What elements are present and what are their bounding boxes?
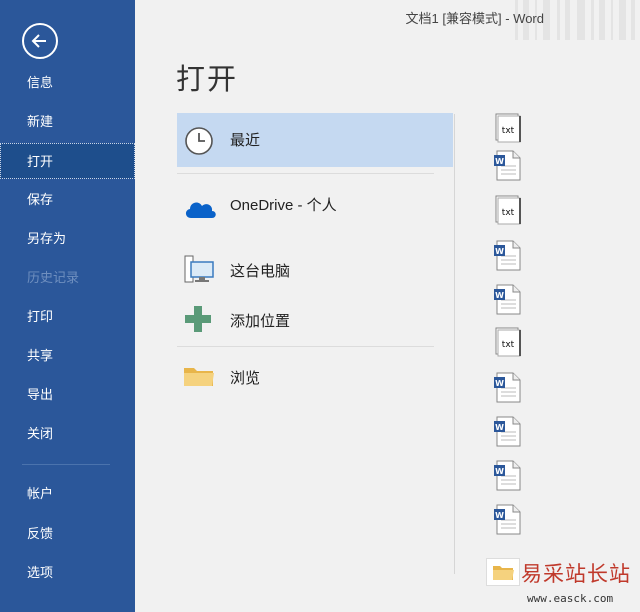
txt-file-icon[interactable]: txt — [492, 326, 522, 360]
plus-icon — [185, 306, 211, 332]
watermark-text: 易采站长站 — [521, 562, 631, 586]
location-divider — [177, 346, 434, 347]
sidebar-item-new[interactable]: 新建 — [0, 104, 135, 140]
folder-icon[interactable] — [486, 558, 520, 586]
word-file-icon[interactable]: W — [492, 370, 522, 404]
location-add-place[interactable]: 添加位置 — [177, 292, 453, 346]
file-badge: W — [495, 157, 504, 166]
word-file-icon[interactable]: W — [492, 282, 522, 316]
back-button[interactable] — [22, 23, 58, 59]
location-label: 这台电脑 — [230, 263, 291, 280]
location-onedrive[interactable]: OneDrive - 个人 — [177, 180, 453, 234]
sidebar-item-history: 历史记录 — [27, 270, 80, 285]
word-file-icon[interactable]: W — [492, 458, 522, 492]
sidebar-divider — [22, 464, 110, 465]
folder-icon — [184, 368, 214, 386]
sidebar-item-info[interactable]: 信息 — [0, 65, 135, 101]
file-badge: txt — [502, 126, 515, 136]
file-badge: W — [495, 379, 504, 388]
word-file-icon[interactable]: W — [492, 238, 522, 272]
sidebar-item-close[interactable]: 关闭 — [0, 416, 135, 452]
file-badge: txt — [502, 340, 515, 350]
file-badge: W — [495, 511, 504, 520]
watermark-url: www.easck.com — [527, 592, 614, 605]
watermark: 易采站长站 www.easck.com — [517, 556, 640, 612]
sidebar-item-save[interactable]: 保存 — [0, 182, 135, 218]
word-file-icon[interactable]: W — [492, 502, 522, 536]
window-title: 文档1 [兼容模式] - Word — [405, 11, 544, 26]
txt-file-icon[interactable]: txt — [492, 112, 522, 146]
sidebar-item-print[interactable]: 打印 — [0, 299, 135, 335]
location-this-pc[interactable]: 这台电脑 — [177, 245, 453, 299]
computer-icon — [184, 255, 214, 283]
file-badge: W — [495, 291, 504, 300]
sidebar-item-options[interactable]: 选项 — [0, 555, 135, 591]
sidebar-item-feedback[interactable]: 反馈 — [0, 516, 135, 552]
panel-divider — [454, 114, 455, 574]
location-label: OneDrive - 个人 — [230, 197, 337, 214]
sidebar-item-open[interactable]: 打开 — [0, 143, 135, 179]
clock-icon — [185, 127, 213, 155]
location-divider — [177, 173, 434, 174]
word-file-icon[interactable]: W — [492, 414, 522, 448]
onedrive-cloud-icon — [185, 202, 216, 218]
location-browse[interactable]: 浏览 — [177, 350, 453, 404]
location-label: 最近 — [230, 132, 261, 149]
location-label: 添加位置 — [230, 313, 291, 330]
page-title: 打开 — [176, 64, 239, 96]
txt-file-icon[interactable]: txt — [492, 194, 522, 228]
file-badge: txt — [502, 208, 515, 218]
sidebar-item-share[interactable]: 共享 — [0, 338, 135, 374]
file-badge: W — [495, 247, 504, 256]
backstage-sidebar: 信息 新建 打开 保存 另存为 历史记录 打印 共享 导出 关闭 帐户 反馈 选… — [0, 0, 135, 612]
word-file-icon[interactable]: W — [492, 148, 522, 182]
file-badge: W — [495, 423, 504, 432]
location-label: 浏览 — [230, 370, 261, 387]
sidebar-item-save-as[interactable]: 另存为 — [0, 221, 135, 257]
back-arrow-icon — [31, 34, 46, 48]
file-badge: W — [495, 467, 504, 476]
location-recent[interactable]: 最近 — [177, 113, 453, 167]
sidebar-item-account[interactable]: 帐户 — [0, 476, 135, 512]
sidebar-item-export[interactable]: 导出 — [0, 377, 135, 413]
